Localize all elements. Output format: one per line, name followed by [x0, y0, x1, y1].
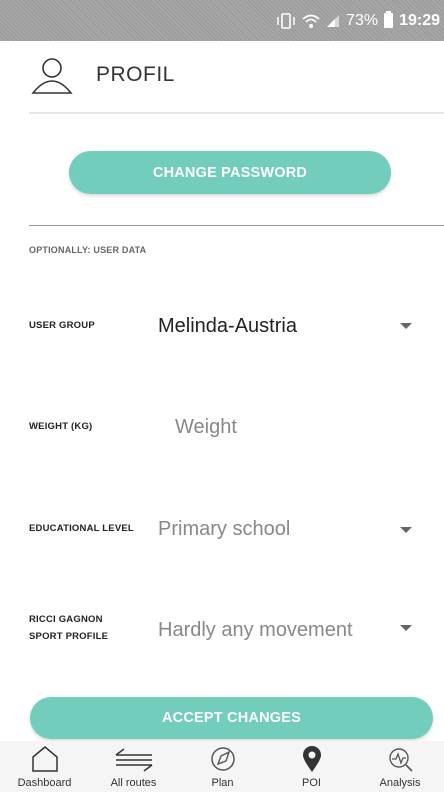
accept-changes-button[interactable]: ACCEPT CHANGES [30, 697, 433, 739]
chevron-down-icon[interactable] [400, 527, 412, 533]
nav-label-all-routes: All routes [110, 777, 157, 789]
change-password-button[interactable]: CHANGE PASSWORD [69, 151, 391, 194]
nav-label-plan: Plan [211, 777, 234, 789]
clock: 19:29 [399, 11, 440, 29]
nav-item-all-routes[interactable]: All routes [89, 741, 178, 792]
sport-profile-label: RICCI GAGNON SPORT PROFILE [29, 611, 108, 645]
sport-profile-select[interactable]: Hardly any movement [158, 619, 353, 642]
section-title: OPTIONALLY: USER DATA [29, 245, 147, 255]
nav-label-analysis: Analysis [379, 777, 421, 789]
battery-icon [384, 11, 394, 28]
nav-label-dashboard: Dashboard [17, 777, 72, 789]
nav-item-dashboard[interactable]: Dashboard [0, 741, 89, 792]
educational-level-label: EDUCATIONAL LEVEL [29, 523, 134, 534]
page-title: PROFIL [96, 63, 175, 86]
status-bar: 73% 19:29 [0, 0, 444, 41]
analysis-icon [386, 744, 414, 774]
weight-input[interactable]: Weight [175, 416, 237, 439]
sport-profile-label-line2: SPORT PROFILE [29, 631, 109, 642]
app-header: PROFIL [0, 41, 444, 113]
user-group-label: USER GROUP [29, 320, 95, 331]
compass-icon [209, 744, 237, 774]
battery-percent: 73% [346, 11, 379, 29]
routes-icon [112, 744, 156, 774]
home-icon [30, 744, 60, 774]
nav-item-poi[interactable]: POI [267, 741, 356, 792]
user-icon [30, 55, 74, 99]
nav-item-plan[interactable]: Plan [178, 741, 267, 792]
nav-item-analysis[interactable]: Analysis [356, 741, 444, 792]
educational-level-select[interactable]: Primary school [158, 518, 290, 541]
sport-profile-label-line1: RICCI GAGNON [29, 614, 103, 625]
nav-label-poi: POI [302, 777, 321, 789]
weight-label: WEIGHT (KG) [29, 421, 93, 432]
wifi-icon [302, 13, 320, 29]
user-group-select[interactable]: Melinda-Austria [158, 315, 297, 338]
section-divider [29, 225, 444, 226]
header-divider [29, 112, 444, 114]
location-pin-icon [301, 744, 323, 774]
chevron-down-icon[interactable] [400, 625, 412, 631]
chevron-down-icon[interactable] [400, 323, 412, 329]
vibrate-icon [276, 12, 296, 29]
signal-icon [326, 14, 340, 28]
bottom-nav: Dashboard All routes Plan POI Analysis [0, 741, 444, 792]
